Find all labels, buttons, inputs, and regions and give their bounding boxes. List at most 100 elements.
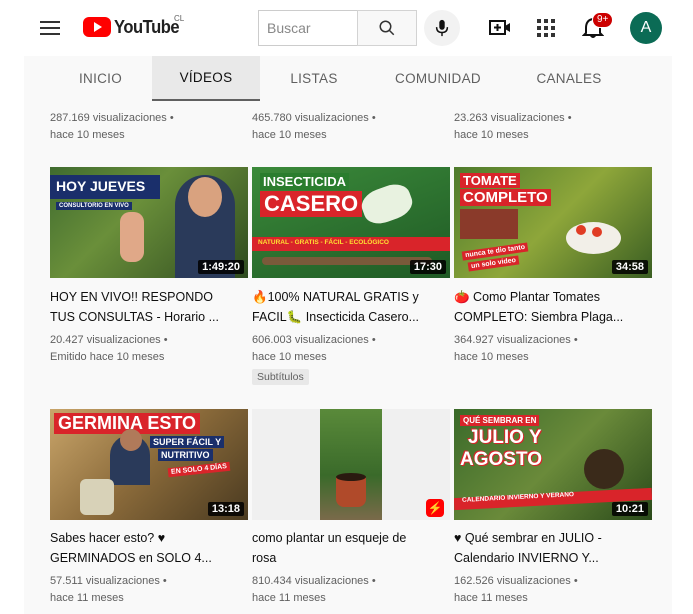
thumb-text: NUTRITIVO [158,449,213,461]
video-meta: 606.003 visualizaciones • hace 10 meses [252,332,376,366]
thumb-text: EN SOLO 4 DÍAS [167,461,231,478]
subtitles-badge: Subtítulos [252,369,309,385]
thumb-text: JULIO Y [468,427,542,448]
video-meta: 364.927 visualizaciones • hace 10 meses [454,332,578,366]
video-meta: 810.434 visualizaciones • hace 11 meses [252,573,376,607]
channel-tabs: INICIO VÍDEOS LISTAS COMUNIDAD CANALES [24,56,672,101]
video-meta: 23.263 visualizaciones • hace 10 meses [454,110,572,144]
view-count: 287.169 visualizaciones • [50,112,174,124]
youtube-play-icon [83,17,111,37]
upload-age: hace 11 meses [252,592,326,604]
thumb-text: AGOSTO [460,449,542,470]
video-thumbnail[interactable]: GERMINA ESTO SUPER FÁCIL Y NUTRITIVO EN … [50,409,248,520]
video-meta: 20.427 visualizaciones • Emitido hace 10… [50,332,168,366]
thumb-text: NATURAL - GRATIS - FÁCIL - ECOLÓGICO [258,239,389,246]
search-button[interactable] [357,10,417,46]
tab-canales[interactable]: CANALES [527,56,611,101]
upload-age: hace 10 meses [252,351,327,363]
upload-age: Emitido hace 10 meses [50,351,165,363]
apps-grid-icon[interactable] [536,18,556,38]
upload-age: hace 10 meses [454,129,529,141]
view-count: 465.780 visualizaciones • [252,112,376,124]
video-title-line: 🔥100% NATURAL GRATIS y [252,290,419,304]
tab-comunidad[interactable]: COMUNIDAD [386,56,490,101]
avatar[interactable]: A [630,12,662,44]
view-count: 23.263 visualizaciones • [454,112,572,124]
thumb-soil [336,473,366,481]
video-title-line: 🍅 Como Plantar Tomates [454,290,600,304]
video-meta: 465.780 visualizaciones • hace 10 meses [252,110,376,144]
upload-age: hace 10 meses [252,129,327,141]
microphone-icon [435,19,449,37]
voice-search-button[interactable] [424,10,460,46]
thumb-text: CASERO [260,191,363,217]
video-meta: 162.526 visualizaciones • hace 11 meses [454,573,578,607]
notification-badge: 9+ [592,12,614,28]
video-title-line: COMPLETO: Siembra Plaga... [454,310,624,324]
video-title-line: HOY EN VIVO!! RESPONDO [50,290,214,304]
thumb-jar [80,479,114,515]
thumb-text: HOY JUEVES [56,178,146,194]
video-meta: 57.511 visualizaciones • hace 11 meses [50,573,167,607]
tab-listas[interactable]: LISTAS [274,56,354,101]
upload-age: hace 11 meses [454,592,528,604]
video-thumbnail[interactable]: INSECTICIDA CASERO NATURAL - GRATIS - FÁ… [252,167,450,278]
thumb-text: INSECTICIDA [260,173,350,190]
video-thumbnail[interactable]: QUÉ SEMBRAR EN JULIO Y AGOSTO CALENDARIO… [454,409,652,520]
video-title-line: Calendario INVIERNO Y... [454,551,599,565]
video-duration: 10:21 [611,502,648,516]
video-thumbnail[interactable]: TOMATE COMPLETO nunca te dio tanto un so… [454,167,652,278]
video-title-line: rosa [252,551,277,565]
thumb-soil-hand [584,449,624,489]
video-duration: 1:49:20 [198,260,244,274]
video-thumbnail[interactable]: HOY JUEVES CONSULTORIO EN VIVO 1:49:20 [50,167,248,278]
video-duration: 17:30 [409,260,446,274]
video-title-line: como plantar un esqueje de [252,531,407,545]
tab-inicio[interactable]: INICIO [64,56,137,101]
video-title-line: Sabes hacer esto? ♥ [50,531,166,545]
upload-age: hace 11 meses [50,592,124,604]
view-count: 364.927 visualizaciones • [454,334,578,346]
thumb-text: SUPER FÁCIL Y [150,436,225,448]
thumb-text: CONSULTORIO EN VIVO [56,202,132,210]
country-code: CL [174,14,185,23]
video-title[interactable]: 🔥100% NATURAL GRATIS y FACIL🐛 Insecticid… [252,287,447,327]
create-video-icon[interactable] [489,18,511,38]
video-thumbnail[interactable]: ⚡ [252,409,450,520]
search-input[interactable]: Buscar [258,10,357,46]
thumb-text: COMPLETO [460,189,551,206]
video-grid: 287.169 visualizaciones • hace 10 meses … [24,101,672,614]
thumb-tomato [576,225,586,235]
video-title[interactable]: 🍅 Como Plantar Tomates COMPLETO: Siembra… [454,287,649,327]
thumb-pot [336,477,366,507]
video-duration: 13:18 [207,502,244,516]
thumb-person-face [120,429,142,451]
thumb-tomato [592,227,602,237]
video-title[interactable]: como plantar un esqueje de rosa [252,528,447,568]
tab-videos[interactable]: VÍDEOS [152,56,260,101]
shorts-icon: ⚡ [426,499,444,517]
thumb-text: QUÉ SEMBRAR EN [460,415,540,426]
thumb-person-face [188,177,222,217]
thumb-thumbs-up [120,212,144,262]
video-title-line: ♥ Qué sembrar en JULIO - [454,531,602,545]
menu-icon[interactable] [40,17,60,39]
video-title[interactable]: HOY EN VIVO!! RESPONDO TUS CONSULTAS - H… [50,287,245,327]
youtube-logo[interactable]: YouTube [83,14,185,40]
thumb-topic-list [460,209,518,239]
view-count: 20.427 visualizaciones • [50,334,168,346]
thumb-caterpillars [262,257,432,265]
upload-age: hace 10 meses [454,351,529,363]
view-count: 606.003 visualizaciones • [252,334,376,346]
video-title[interactable]: ♥ Qué sembrar en JULIO - Calendario INVI… [454,528,649,568]
video-title-line: FACIL🐛 Insecticida Casero... [252,310,420,324]
view-count: 57.511 visualizaciones • [50,575,167,587]
view-count: 162.526 visualizaciones • [454,575,578,587]
video-duration: 34:58 [611,260,648,274]
video-meta: 287.169 visualizaciones • hace 10 meses [50,110,174,144]
search-icon [379,20,395,36]
thumb-cabbage [357,179,417,229]
thumb-text: TOMATE [460,173,520,188]
video-title-line: TUS CONSULTAS - Horario ... [50,310,220,324]
video-title[interactable]: Sabes hacer esto? ♥ GERMINADOS en SOLO 4… [50,528,245,568]
